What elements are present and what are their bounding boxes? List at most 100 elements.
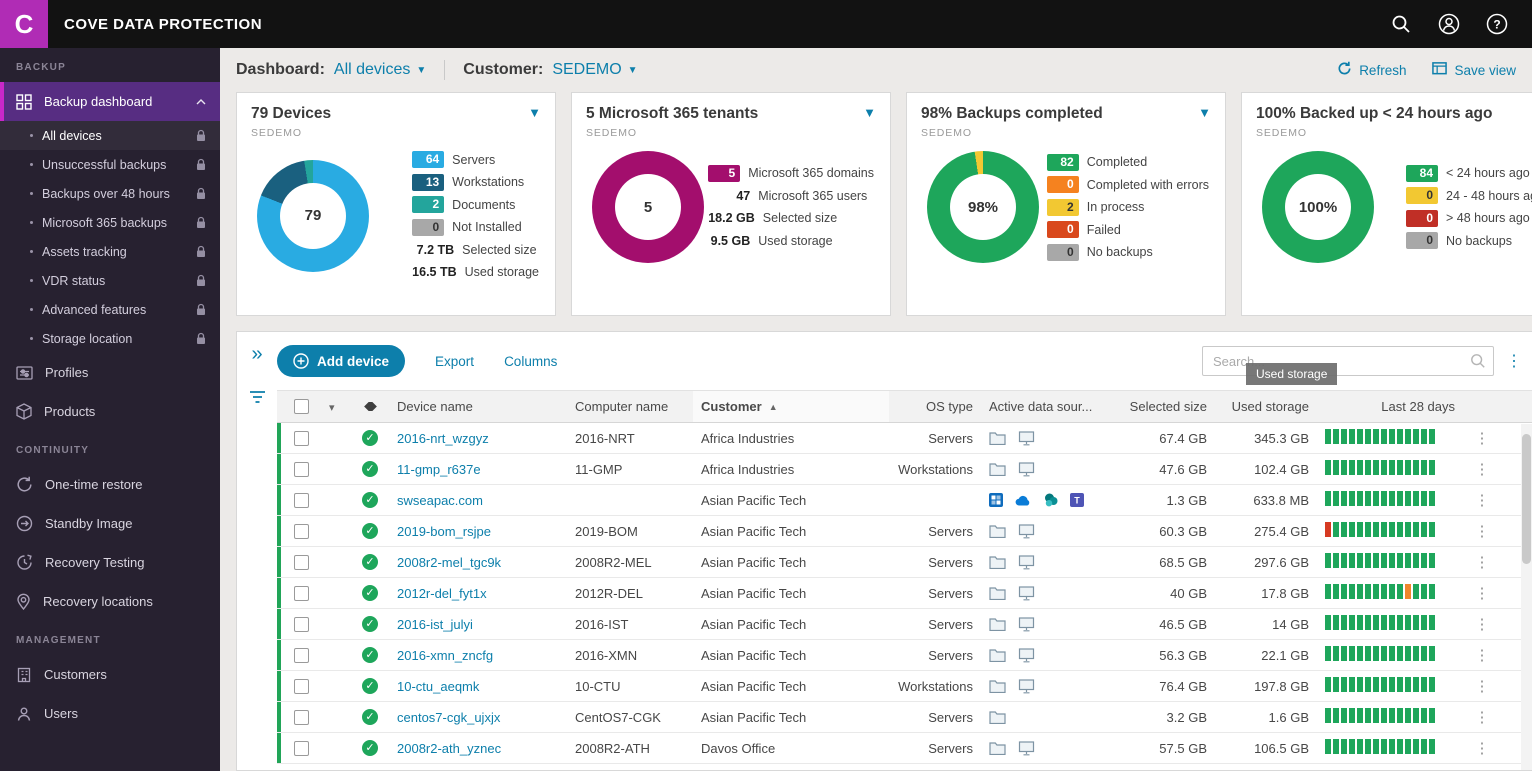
table-row[interactable]: ✓ 2016-ist_julyi 2016-IST Asian Pacific Tec… (277, 609, 1532, 640)
sidebar-item-microsoft-365-backups[interactable]: Microsoft 365 backups (0, 208, 220, 237)
table-row[interactable]: ✓ swseapac.com Asian Pacific Tech T 1.3 GB 63… (277, 485, 1532, 516)
device-name-link[interactable]: 2012r-del_fyt1x (397, 586, 487, 601)
dashboard-select[interactable]: All devices ▼ (334, 61, 426, 79)
app-logo[interactable]: C (0, 0, 48, 48)
row-menu-icon[interactable]: ⋮ (1475, 647, 1490, 664)
row-checkbox[interactable] (293, 461, 309, 477)
table-row[interactable]: ✓ 2008r2-ath_yznec 2008R2-ATH Davos Office S… (277, 733, 1532, 764)
row-menu-icon[interactable]: ⋮ (1475, 492, 1490, 509)
sidebar-item-products[interactable]: Products (0, 392, 220, 431)
column-header-selected-size[interactable]: Selected size (1103, 399, 1215, 414)
backup-day-segment (1397, 615, 1403, 630)
chevron-down-icon[interactable]: ▼ (863, 105, 876, 120)
row-checkbox[interactable] (293, 523, 309, 539)
row-checkbox[interactable] (293, 616, 309, 632)
column-header-computer-name[interactable]: Computer name (567, 399, 693, 414)
donut-chart: 5 (592, 151, 704, 263)
save-view-button[interactable]: Save view (1432, 61, 1516, 79)
priority-icon[interactable] (363, 402, 377, 411)
table-row[interactable]: ✓ 10-ctu_aeqmk 10-CTU Asian Pacific Tech Wor… (277, 671, 1532, 702)
column-header-device-name[interactable]: Device name (389, 399, 567, 414)
device-name-link[interactable]: centos7-cgk_ujxjx (397, 710, 500, 725)
row-checkbox[interactable] (293, 647, 309, 663)
add-device-button[interactable]: Add device (277, 345, 406, 377)
device-name-link[interactable]: 2008r2-mel_tgc9k (397, 555, 501, 570)
card-subtitle: SEDEMO (921, 127, 972, 139)
column-header-active-data-sources[interactable]: Active data sour... (981, 399, 1103, 414)
row-checkbox[interactable] (293, 709, 309, 725)
device-name-link[interactable]: 2016-nrt_wzgyz (397, 431, 489, 446)
sidebar-item-backup-dashboard[interactable]: Backup dashboard (0, 82, 220, 121)
columns-button[interactable]: Columns (504, 354, 557, 369)
selected-size-cell: 40 GB (1170, 585, 1207, 601)
table-row[interactable]: ✓ 2016-xmn_zncfg 2016-XMN Asian Pacific Tec… (277, 640, 1532, 671)
column-header-last-28-days[interactable]: Last 28 days (1317, 399, 1463, 414)
column-header-used-storage[interactable]: Used storage (1215, 399, 1317, 414)
sidebar-item-profiles[interactable]: Profiles (0, 353, 220, 392)
sidebar-item-advanced-features[interactable]: Advanced features (0, 295, 220, 324)
chevron-down-icon[interactable]: ▼ (1198, 105, 1211, 120)
row-menu-icon[interactable]: ⋮ (1475, 585, 1490, 602)
account-icon[interactable] (1436, 11, 1462, 37)
column-header-os-type[interactable]: OS type (889, 399, 981, 414)
collapse-panel-icon[interactable]: » (251, 344, 262, 364)
select-menu-chevron-icon[interactable]: ▾ (329, 402, 335, 414)
device-name-link[interactable]: 2008r2-ath_yznec (397, 741, 501, 756)
select-all-checkbox[interactable] (293, 399, 309, 414)
sidebar-section-label: CONTINUITY (16, 445, 90, 456)
device-name-link[interactable]: 2016-ist_julyi (397, 617, 473, 632)
device-name-link[interactable]: 2016-xmn_zncfg (397, 648, 493, 663)
sidebar-item-assets-tracking[interactable]: Assets tracking (0, 237, 220, 266)
device-name-link[interactable]: swseapac.com (397, 493, 483, 508)
device-name-link[interactable]: 10-ctu_aeqmk (397, 679, 479, 694)
row-checkbox[interactable] (293, 492, 309, 508)
search-icon[interactable] (1388, 11, 1414, 37)
row-menu-icon[interactable]: ⋮ (1475, 461, 1490, 478)
table-row[interactable]: ✓ 2012r-del_fyt1x 2012R-DEL Asian Pacific T… (277, 578, 1532, 609)
sidebar-item-vdr-status[interactable]: VDR status (0, 266, 220, 295)
sidebar-item-storage-location[interactable]: Storage location (0, 324, 220, 353)
selected-size-cell: 60.3 GB (1159, 523, 1207, 539)
sidebar-item-backups-over-48-hours[interactable]: Backups over 48 hours (0, 179, 220, 208)
customer-select[interactable]: SEDEMO ▼ (552, 61, 637, 79)
sidebar-item-recovery-testing[interactable]: Recovery Testing (0, 543, 220, 582)
sidebar-item-customers[interactable]: Customers (0, 655, 220, 694)
sidebar-item-label: Profiles (45, 365, 89, 380)
backup-day-segment (1341, 677, 1347, 692)
row-menu-icon[interactable]: ⋮ (1475, 616, 1490, 633)
table-menu-icon[interactable]: ⋮ (1506, 351, 1522, 371)
folder-icon (989, 741, 1006, 755)
sidebar-item-users[interactable]: Users (0, 694, 220, 733)
chevron-down-icon[interactable]: ▼ (528, 105, 541, 120)
device-name-link[interactable]: 11-gmp_r637e (397, 462, 481, 477)
table-row[interactable]: ✓ 11-gmp_r637e 11-GMP Africa Industries Work… (277, 454, 1532, 485)
row-menu-icon[interactable]: ⋮ (1475, 709, 1490, 726)
device-name-link[interactable]: 2019-bom_rsjpe (397, 524, 491, 539)
column-header-customer[interactable]: Customer ▲ (693, 391, 889, 422)
row-checkbox[interactable] (293, 678, 309, 694)
sidebar-item-all-devices[interactable]: All devices (0, 121, 220, 150)
scrollbar-thumb[interactable] (1522, 434, 1531, 564)
row-checkbox[interactable] (293, 554, 309, 570)
row-menu-icon[interactable]: ⋮ (1475, 523, 1490, 540)
table-row[interactable]: ✓ 2008r2-mel_tgc9k 2008R2-MEL Asian Pacific… (277, 547, 1532, 578)
table-row[interactable]: ✓ 2019-bom_rsjpe 2019-BOM Asian Pacific Tec… (277, 516, 1532, 547)
row-menu-icon[interactable]: ⋮ (1475, 678, 1490, 695)
row-menu-icon[interactable]: ⋮ (1475, 740, 1490, 757)
row-menu-icon[interactable]: ⋮ (1475, 554, 1490, 571)
row-checkbox[interactable] (293, 585, 309, 601)
row-menu-icon[interactable]: ⋮ (1475, 430, 1490, 447)
table-row[interactable]: ✓ 2016-nrt_wzgyz 2016-NRT Africa Industries… (277, 423, 1532, 454)
row-checkbox[interactable] (293, 740, 309, 756)
refresh-button[interactable]: Refresh (1337, 61, 1406, 79)
sidebar-item-one-time-restore[interactable]: One-time restore (0, 465, 220, 504)
row-checkbox[interactable] (293, 430, 309, 446)
backup-day-segment (1357, 739, 1363, 754)
table-row[interactable]: ✓ centos7-cgk_ujxjx CentOS7-CGK Asian Pacif… (277, 702, 1532, 733)
export-button[interactable]: Export (435, 354, 474, 369)
help-icon[interactable]: ? (1484, 11, 1510, 37)
sidebar-item-standby-image[interactable]: Standby Image (0, 504, 220, 543)
sidebar-item-unsuccessful-backups[interactable]: Unsuccessful backups (0, 150, 220, 179)
filter-icon[interactable] (249, 390, 266, 404)
sidebar-item-recovery-locations[interactable]: Recovery locations (0, 582, 220, 621)
